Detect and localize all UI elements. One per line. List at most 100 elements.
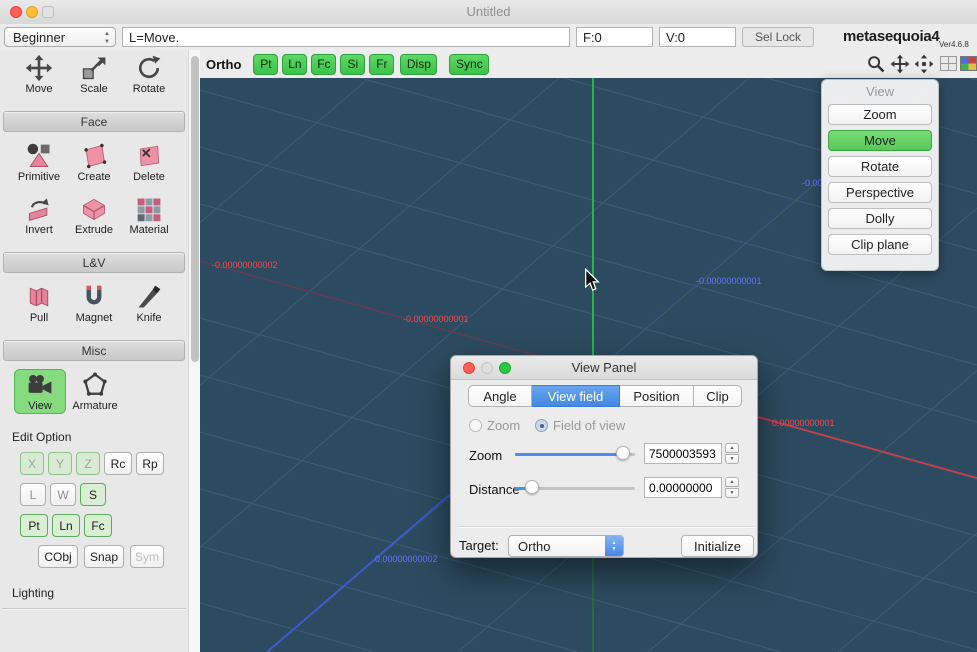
toggle-si[interactable]: Si [340,54,365,75]
tool-armature[interactable]: Armature [70,369,120,414]
tool-material[interactable]: Material [124,193,174,238]
axis-z-toggle[interactable]: Z [76,452,100,475]
lighting-label: Lighting [12,586,188,600]
sym-button[interactable]: Sym [130,545,164,568]
distance-slider[interactable] [515,478,635,496]
window-title: Untitled [0,4,977,19]
sidebar-scrollbar[interactable] [188,50,200,652]
tool-rotate[interactable]: Rotate [124,52,174,97]
pan-view-icon[interactable] [890,54,910,74]
titlebar[interactable]: Untitled [0,0,977,25]
point-toggle[interactable]: Pt [20,514,48,537]
axis-y-toggle[interactable]: Y [48,452,72,475]
initialize-button[interactable]: Initialize [681,535,754,557]
scrollbar-thumb[interactable] [191,56,199,362]
face-count-field[interactable]: F:0 [576,27,653,47]
view-layout-icon[interactable] [940,56,957,71]
tab-position[interactable]: Position [620,385,694,407]
zoom-stepper[interactable]: ▲ ▼ [725,443,739,464]
dialog-titlebar[interactable]: View Panel [451,356,757,380]
fov-radio-label: Field of view [553,418,625,433]
zoom-value-field[interactable] [644,443,722,464]
edit-option-label: Edit Option [12,430,188,444]
tab-clip[interactable]: Clip [694,385,742,407]
toggle-disp[interactable]: Disp [400,54,437,75]
zoom-radio-group[interactable]: Zoom [469,418,520,433]
world-toggle[interactable]: W [50,483,76,506]
stepper-down-icon[interactable]: ▼ [725,488,739,498]
extrude-icon [79,195,109,223]
tool-knife[interactable]: Knife [124,281,174,326]
toggle-sync[interactable]: Sync [449,54,489,75]
tool-view[interactable]: View [14,369,66,414]
view-mode-label[interactable]: Ortho [206,57,241,72]
divider [2,608,186,610]
tool-move[interactable]: Move [14,52,64,97]
rp-button[interactable]: Rp [136,452,164,475]
zoom-radio-icon[interactable] [469,419,482,432]
material-preview-icon[interactable] [960,56,977,71]
view-zoom-button[interactable]: Zoom [828,104,932,125]
tool-label: Scale [80,83,108,95]
toggle-ln[interactable]: Ln [282,54,307,75]
tool-delete[interactable]: Delete [124,140,174,185]
slider-knob[interactable] [525,480,539,494]
zoom-slider[interactable] [515,444,635,462]
screen-toggle[interactable]: S [80,483,106,506]
tool-label: Material [129,224,168,236]
tool-label: Knife [136,312,161,324]
view-dolly-button[interactable]: Dolly [828,208,932,229]
snap-button[interactable]: Snap [84,545,124,568]
tool-pull[interactable]: Pull [14,281,64,326]
delete-icon [134,142,164,170]
pan-all-icon[interactable] [914,54,934,74]
tool-extrude[interactable]: Extrude [69,193,119,238]
dialog-title: View Panel [451,360,757,375]
local-toggle[interactable]: L [20,483,46,506]
distance-value-field[interactable] [644,477,722,498]
rc-button[interactable]: Rc [104,452,132,475]
brand-name: metasequoia4 [843,28,939,45]
target-label: Target: [459,538,499,553]
sel-lock-button[interactable]: Sel Lock [742,27,814,47]
toggle-pt[interactable]: Pt [253,54,278,75]
tab-angle[interactable]: Angle [468,385,532,407]
tool-primitive[interactable]: Primitive [14,140,64,185]
toggle-fc[interactable]: Fc [311,54,336,75]
stepper-up-icon[interactable]: ▲ [725,477,739,487]
line-toggle[interactable]: Ln [52,514,80,537]
slider-knob[interactable] [616,446,630,460]
tool-invert[interactable]: Invert [14,193,64,238]
distance-stepper[interactable]: ▲ ▼ [725,477,739,498]
fov-radio-group[interactable]: Field of view [535,418,625,433]
tool-label: Primitive [18,171,60,183]
target-dropdown-value: Ortho [518,539,551,554]
tool-magnet[interactable]: Magnet [69,281,119,326]
zoom-view-icon[interactable] [866,54,886,74]
stepper-down-icon[interactable]: ▼ [725,454,739,464]
view-perspective-button[interactable]: Perspective [828,182,932,203]
main-toolbar: Beginner ▲▼ F:0 V:0 Sel Lock metasequoia… [0,24,977,51]
stepper-up-icon[interactable]: ▲ [725,443,739,453]
view-move-button[interactable]: Move [828,130,932,151]
tab-viewfield[interactable]: View field [532,385,620,407]
distance-slider-label: Distance [469,482,520,497]
dropdown-arrows-icon: ▲▼ [605,536,623,556]
tool-create[interactable]: Create [69,140,119,185]
tool-label: Delete [133,171,165,183]
fov-radio-icon[interactable] [535,419,548,432]
move-icon [24,54,54,82]
cobj-button[interactable]: CObj [38,545,78,568]
tool-scale[interactable]: Scale [69,52,119,97]
view-rotate-button[interactable]: Rotate [828,156,932,177]
view-clipplane-button[interactable]: Clip plane [828,234,932,255]
face-toggle[interactable]: Fc [84,514,112,537]
tool-label: Create [77,171,110,183]
target-dropdown[interactable]: Ortho ▲▼ [508,535,624,557]
mode-select[interactable]: Beginner ▲▼ [4,27,116,47]
axis-x-toggle[interactable]: X [20,452,44,475]
zoom-radio-label: Zoom [487,418,520,433]
vertex-count-field[interactable]: V:0 [659,27,736,47]
command-status-field[interactable] [122,27,570,47]
toggle-fr[interactable]: Fr [369,54,394,75]
